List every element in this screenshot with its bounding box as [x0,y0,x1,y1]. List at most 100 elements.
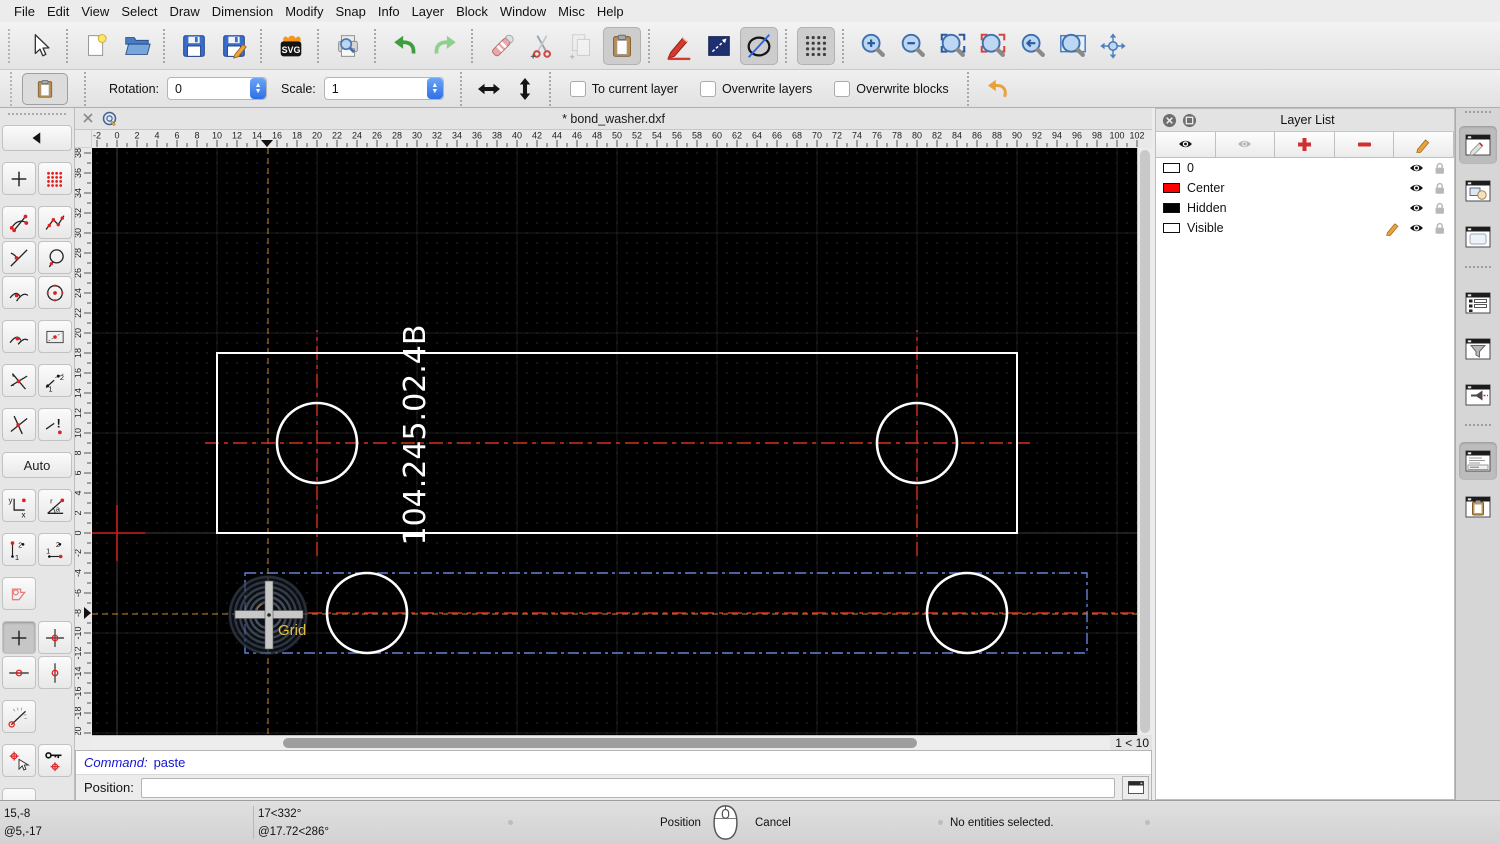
snap-intersection-manual[interactable]: 12 [38,364,72,397]
print-preview-button[interactable] [329,27,367,65]
layer-row-center[interactable]: Center [1156,178,1454,198]
line-dashed-button[interactable] [700,27,738,65]
layer-color-swatch[interactable] [1163,203,1180,213]
layer-lock-icon[interactable] [1432,161,1447,176]
isometric-ellipse-button[interactable] [740,27,778,65]
flip-horizontal-button[interactable] [472,73,506,105]
snap-tangent[interactable] [2,241,36,274]
redo-button[interactable] [426,27,464,65]
dock-layer-list-button[interactable] [1459,126,1497,164]
save-as-button[interactable] [215,27,253,65]
snap-exclusive[interactable]: ! [38,408,72,441]
snap-free[interactable] [2,162,36,195]
coords-absolute[interactable]: 12 [2,533,36,566]
delete-button[interactable] [483,27,521,65]
back-button[interactable] [2,125,72,151]
snap-endpoints[interactable] [2,206,36,239]
grid-toggle-button[interactable] [797,27,835,65]
show-all-layers-button[interactable] [1156,132,1216,157]
export-svg-button[interactable]: SVG [272,27,310,65]
remove-layer-button[interactable] [1335,132,1395,157]
restrict-nothing[interactable] [2,621,36,654]
layer-row-visible[interactable]: Visible [1156,218,1454,238]
zoom-previous-button[interactable] [974,27,1012,65]
overwrite-blocks-checkbox[interactable]: Overwrite blocks [834,81,948,97]
layer-color-swatch[interactable] [1163,163,1180,173]
open-file-button[interactable] [118,27,156,65]
dock-plugins-button[interactable] [1459,376,1497,414]
cut-button[interactable] [523,27,561,65]
dock-entity-list-button[interactable] [1459,284,1497,322]
layer-visibility-eye-icon[interactable] [1408,180,1425,197]
layer-visibility-eye-icon[interactable] [1408,160,1425,177]
snap-middle-manual[interactable] [2,320,36,353]
close-panel-icon[interactable] [1162,113,1177,128]
checkbox-icon[interactable] [700,81,716,97]
menu-block[interactable]: Block [456,4,488,19]
menu-select[interactable]: Select [121,4,157,19]
scrollbar-thumb[interactable] [283,738,917,748]
menu-snap[interactable]: Snap [336,4,366,19]
menu-layer[interactable]: Layer [412,4,445,19]
add-layer-button[interactable] [1275,132,1335,157]
hide-all-layers-button[interactable] [1216,132,1276,157]
revert-button[interactable] [979,70,1017,108]
menu-info[interactable]: Info [378,4,400,19]
restrict-orthogonal[interactable] [38,621,72,654]
menu-misc[interactable]: Misc [558,4,585,19]
vertical-scrollbar[interactable] [1137,148,1152,735]
paste-options-button[interactable] [22,73,68,105]
layer-lock-icon[interactable] [1432,181,1447,196]
dock-block-list-button[interactable] [1459,172,1497,210]
menu-draw[interactable]: Draw [169,4,199,19]
command-line[interactable]: Command: paste [76,751,1151,775]
snap-on-entity[interactable] [38,206,72,239]
angle-gauge[interactable] [2,700,36,733]
coords-cartesian[interactable]: yx [2,489,36,522]
flip-vertical-button[interactable] [508,73,542,105]
zoom-in-button[interactable] [854,27,892,65]
scale-spinbox[interactable]: 1 ▲▼ [324,77,444,100]
float-panel-icon[interactable] [1182,113,1197,128]
layer-row-0[interactable]: 0 [1156,158,1454,178]
layer-color-swatch[interactable] [1163,223,1180,233]
scrollbar-thumb[interactable] [1140,150,1150,733]
snap-auto-button[interactable]: Auto [2,452,72,478]
snap-distance[interactable] [38,320,72,353]
copy-button[interactable] [563,27,601,65]
lock-relative-zero[interactable] [38,744,72,777]
layer-visibility-eye-icon[interactable] [1408,220,1425,237]
layer-lock-icon[interactable] [1432,201,1447,216]
restrict-lines[interactable] [2,408,36,441]
position-input[interactable] [141,778,1115,798]
menu-view[interactable]: View [81,4,109,19]
menu-help[interactable]: Help [597,4,624,19]
snap-intersection[interactable] [2,364,36,397]
draw-pen-button[interactable] [660,27,698,65]
set-relative-zero[interactable] [2,744,36,777]
dock-command-button[interactable] [1459,442,1497,480]
snap-grid[interactable] [38,162,72,195]
new-file-button[interactable] [78,27,116,65]
snap-center[interactable] [38,276,72,309]
horizontal-scrollbar[interactable] [92,735,1110,750]
select-cursor-button[interactable] [21,27,59,65]
rotation-spinbox[interactable]: 0 ▲▼ [167,77,267,100]
menu-window[interactable]: Window [500,4,546,19]
dock-library-button[interactable] [1459,218,1497,256]
restrict-vertical[interactable] [38,656,72,689]
to-current-layer-checkbox[interactable]: To current layer [570,81,678,97]
save-button[interactable] [175,27,213,65]
zoom-pan-button[interactable] [1094,27,1132,65]
checkbox-icon[interactable] [570,81,586,97]
menu-modify[interactable]: Modify [285,4,323,19]
menu-edit[interactable]: Edit [47,4,69,19]
stepper-icon[interactable]: ▲▼ [250,78,266,99]
zoom-back-button[interactable] [1014,27,1052,65]
stepper-icon[interactable]: ▲▼ [427,78,443,99]
undo-button[interactable] [386,27,424,65]
coords-polar[interactable]: ra [38,489,72,522]
zoom-auto-button[interactable] [934,27,972,65]
layer-lock-icon[interactable] [1432,221,1447,236]
dock-clipboard-button[interactable] [1459,488,1497,526]
